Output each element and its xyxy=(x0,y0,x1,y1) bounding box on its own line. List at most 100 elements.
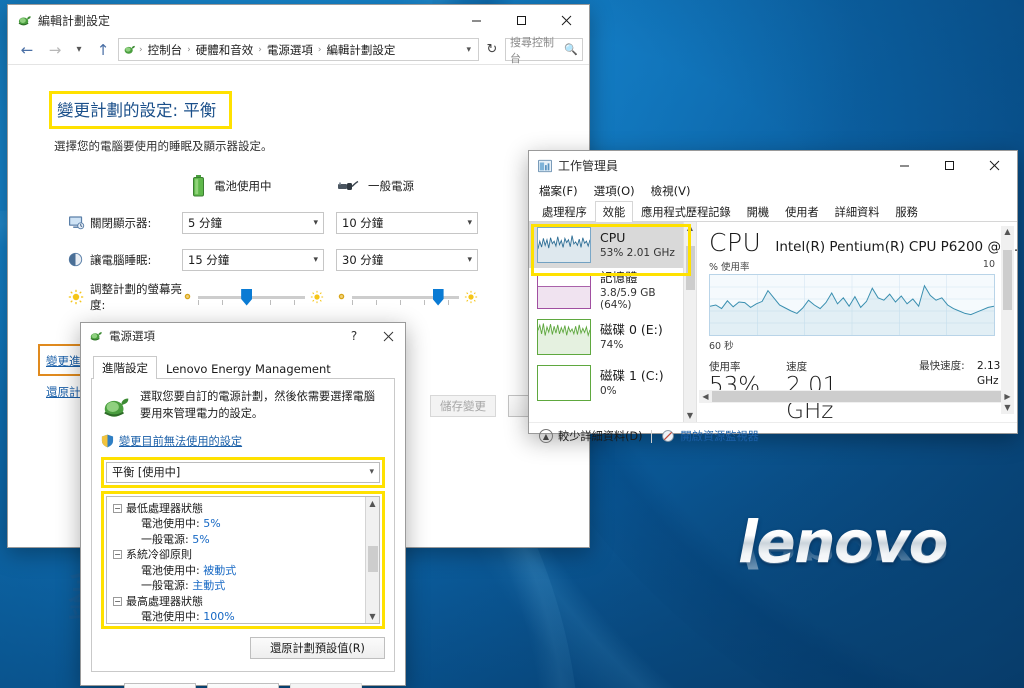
close-button[interactable] xyxy=(972,151,1017,181)
slider-track-battery[interactable] xyxy=(198,288,305,306)
cpu-heading: CPU xyxy=(709,228,762,257)
scrollbar-thumb[interactable] xyxy=(685,246,695,290)
power-plan-icon xyxy=(89,329,103,343)
detail-horizontal-scrollbar[interactable]: ◀ ▶ xyxy=(699,390,1014,403)
close-button[interactable] xyxy=(371,323,405,349)
collapse-icon[interactable]: − xyxy=(113,550,122,560)
ok-button[interactable]: 確定 xyxy=(124,683,196,688)
minimize-button[interactable] xyxy=(882,151,927,181)
sidebar-item-disk1[interactable]: 磁碟 1 (C:) 0% xyxy=(529,360,683,406)
sidebar-item-cpu[interactable]: CPU 53% 2.01 GHz xyxy=(529,222,683,268)
scroll-right-icon[interactable]: ▶ xyxy=(1001,392,1014,401)
settings-tree-highlight: − 最低處理器狀態 電池使用中: 5% 一般電源: 5% − 系統冷卻原則 電池… xyxy=(101,490,385,629)
scroll-down-icon[interactable]: ▼ xyxy=(687,410,693,422)
tree-node-system-cooling-policy[interactable]: − 系統冷卻原則 xyxy=(113,547,365,563)
slider-brightness-battery[interactable] xyxy=(182,288,324,306)
tab-processes[interactable]: 處理程序 xyxy=(534,201,595,222)
restore-plan-defaults-button[interactable]: 還原計劃預設值(R) xyxy=(250,637,385,659)
select-sleep-plugged[interactable]: 30 分鐘 ▾ xyxy=(336,248,478,271)
scrollbar-thumb[interactable] xyxy=(367,545,378,572)
refresh-icon[interactable]: ↻ xyxy=(481,42,503,57)
battery-icon xyxy=(192,175,205,197)
chevron-down-icon[interactable]: ▾ xyxy=(70,38,88,62)
menu-item-view[interactable]: 檢視(V) xyxy=(651,183,691,199)
address-dropdown-icon[interactable]: ▾ xyxy=(466,45,474,55)
breadcrumb-item-2[interactable]: 電源選項 xyxy=(265,42,315,58)
tree-leaf-cooling-battery-key: 電池使用中: xyxy=(141,563,200,577)
scroll-left-icon[interactable]: ◀ xyxy=(699,392,712,401)
scrollbar-thumb[interactable] xyxy=(712,391,1001,402)
tab-services[interactable]: 服務 xyxy=(887,201,925,222)
power-options-title: 電源選項 xyxy=(109,329,155,343)
back-arrow-icon[interactable]: ← xyxy=(14,38,40,62)
tab-app-history[interactable]: 應用程式歷程記錄 xyxy=(633,201,739,222)
menu-item-file[interactable]: 檔案(F) xyxy=(539,183,578,199)
chevron-down-icon: ▾ xyxy=(313,254,318,265)
scroll-up-icon[interactable]: ▲ xyxy=(369,497,375,510)
scroll-down-icon[interactable]: ▼ xyxy=(369,610,375,623)
tab-advanced-settings[interactable]: 進階設定 xyxy=(93,356,157,379)
close-button[interactable] xyxy=(544,5,589,35)
scroll-up-icon[interactable]: ▲ xyxy=(1004,226,1010,238)
search-input[interactable]: 搜尋控制台 🔍 xyxy=(505,36,583,65)
power-plan-select[interactable]: 平衡 [使用中] ▾ xyxy=(106,461,380,483)
slider-brightness-plugged[interactable] xyxy=(336,288,478,306)
collapse-icon[interactable]: − xyxy=(113,596,122,606)
power-plug-icon xyxy=(337,179,359,193)
sidebar-item-disk0[interactable]: 磁碟 0 (E:) 74% xyxy=(529,314,683,360)
sidebar-scrollbar[interactable]: ▲ ▼ xyxy=(683,222,696,422)
tree-leaf-max-battery[interactable]: 電池使用中: 100% xyxy=(113,609,365,623)
scrollbar-thumb[interactable] xyxy=(1003,250,1012,310)
sidebar-item-memory[interactable]: 記憶體 3.8/5.9 GB (64%) xyxy=(529,268,683,314)
maximize-button[interactable] xyxy=(499,5,544,35)
open-resource-monitor-link[interactable]: 開啟資源監視器 xyxy=(661,428,759,444)
tree-leaf-min-plugged-key: 一般電源: xyxy=(141,532,189,546)
save-changes-button[interactable]: 儲存變更 xyxy=(430,395,496,417)
task-manager-title: 工作管理員 xyxy=(558,159,619,173)
fewer-details-label: 較少詳細資料(D) xyxy=(558,430,643,443)
settings-tree-scrollbar[interactable]: ▲ ▼ xyxy=(365,496,379,623)
tree-node-system-cooling-policy-label: 系統冷卻原則 xyxy=(126,548,192,562)
fewer-details-button[interactable]: ▲ 較少詳細資料(D) xyxy=(539,428,642,444)
sidebar-item-disk0-name: 磁碟 0 (E:) xyxy=(600,321,663,337)
address-bar[interactable]: › 控制台 › 硬體和音效 › 電源選項 › 編輯計劃設定 ▾ xyxy=(118,38,479,61)
tab-users[interactable]: 使用者 xyxy=(777,201,827,222)
scroll-up-icon[interactable]: ▲ xyxy=(687,222,693,234)
tree-leaf-min-plugged[interactable]: 一般電源: 5% xyxy=(113,532,365,548)
slider-track-plugged[interactable] xyxy=(352,288,459,306)
detail-vertical-scrollbar[interactable]: ▲ ▼ xyxy=(1001,226,1014,414)
chevron-down-icon: ▾ xyxy=(467,254,472,265)
link-change-unavailable-settings[interactable]: 變更目前無法使用的設定 xyxy=(119,433,242,449)
sidebar-item-cpu-name: CPU xyxy=(600,229,626,245)
tab-performance[interactable]: 效能 xyxy=(594,201,634,222)
tab-lenovo-energy-management[interactable]: Lenovo Energy Management xyxy=(157,358,340,379)
breadcrumb-item-0[interactable]: 控制台 xyxy=(146,42,185,58)
help-button[interactable]: ? xyxy=(337,323,371,349)
breadcrumb-item-3[interactable]: 編輯計劃設定 xyxy=(324,42,397,58)
tree-leaf-cooling-plugged[interactable]: 一般電源: 主動式 xyxy=(113,578,365,594)
select-display-off-battery[interactable]: 5 分鐘 ▾ xyxy=(182,211,324,234)
chevron-down-icon: ▾ xyxy=(467,217,472,228)
minimize-button[interactable] xyxy=(454,5,499,35)
tab-startup[interactable]: 開機 xyxy=(739,201,777,222)
forward-arrow-icon[interactable]: → xyxy=(42,38,68,62)
select-sleep-plugged-value: 30 分鐘 xyxy=(342,252,384,267)
collapse-icon[interactable]: − xyxy=(113,503,122,513)
select-sleep-battery[interactable]: 15 分鐘 ▾ xyxy=(182,248,324,271)
disk1-thumbnail-graph xyxy=(537,365,591,401)
tree-node-min-processor-state[interactable]: − 最低處理器狀態 xyxy=(113,501,365,517)
tree-leaf-cooling-battery[interactable]: 電池使用中: 被動式 xyxy=(113,563,365,579)
up-arrow-icon[interactable]: ↑ xyxy=(90,38,116,62)
settings-tree[interactable]: − 最低處理器狀態 電池使用中: 5% 一般電源: 5% − 系統冷卻原則 電池… xyxy=(106,495,380,624)
tab-details[interactable]: 詳細資料 xyxy=(827,201,888,222)
tree-leaf-min-battery[interactable]: 電池使用中: 5% xyxy=(113,516,365,532)
maximize-button[interactable] xyxy=(927,151,972,181)
breadcrumb-item-1[interactable]: 硬體和音效 xyxy=(194,42,256,58)
tree-node-max-processor-state[interactable]: − 最高處理器狀態 xyxy=(113,594,365,610)
scroll-down-icon[interactable]: ▼ xyxy=(1004,402,1010,414)
menu-item-options[interactable]: 選項(O) xyxy=(594,183,635,199)
cancel-button[interactable]: 取消 xyxy=(207,683,279,688)
select-display-off-plugged[interactable]: 10 分鐘 ▾ xyxy=(336,211,478,234)
apply-button[interactable]: 套用(A) xyxy=(290,683,362,688)
setting-row-brightness: 調整計劃的螢幕亮度: xyxy=(8,282,589,312)
